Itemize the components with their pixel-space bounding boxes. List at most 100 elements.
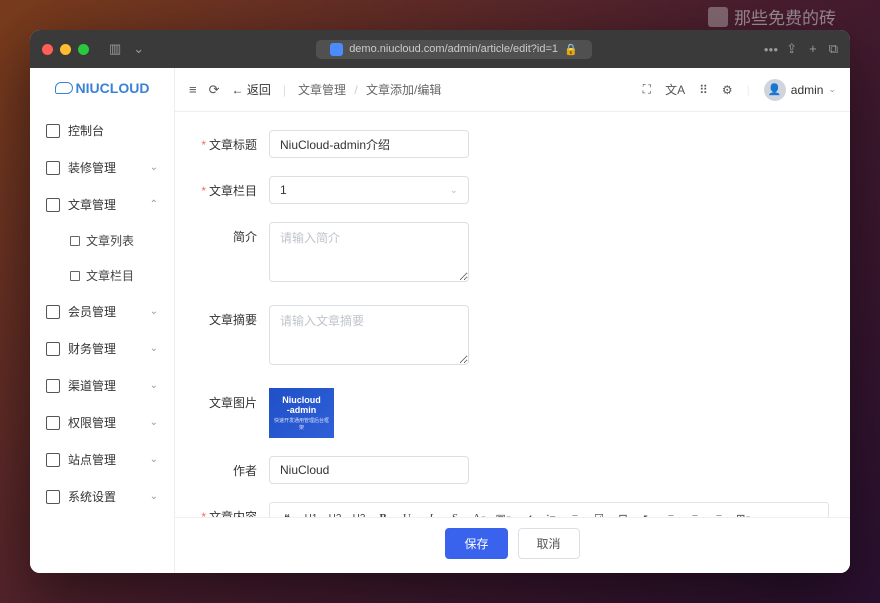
- save-button[interactable]: 保存: [445, 528, 507, 559]
- cloud-icon: [55, 82, 73, 94]
- bold-tool[interactable]: B: [372, 507, 394, 517]
- share-icon[interactable]: ⇪: [786, 41, 797, 57]
- minimize-window-button[interactable]: [60, 44, 71, 55]
- submenu-article-category[interactable]: 文章栏目: [30, 258, 174, 293]
- category-select[interactable]: 1 ⌄: [269, 176, 469, 204]
- app-body: NIUCLOUD 控制台 装修管理 ⌄ 文章管理 ⌃: [30, 68, 850, 573]
- quote-tool[interactable]: ❝: [276, 507, 298, 517]
- menu-toggle-icon[interactable]: ≡: [189, 82, 197, 97]
- chevron-down-icon: ⌄: [150, 491, 158, 502]
- image-tool[interactable]: ⊡: [612, 507, 634, 517]
- align-center-tool[interactable]: ≡: [684, 507, 706, 517]
- table-tool[interactable]: ⊞: [732, 507, 754, 517]
- number-list-tool[interactable]: ≡: [564, 507, 586, 517]
- maximize-window-button[interactable]: [78, 44, 89, 55]
- sidebar-toggle-icon[interactable]: ▥: [109, 41, 121, 57]
- close-window-button[interactable]: [42, 44, 53, 55]
- align-left-tool[interactable]: ≡: [660, 507, 682, 517]
- footer-actions: 保存 取消: [175, 517, 850, 573]
- title-label: 文章标题: [209, 138, 257, 152]
- grid-icon[interactable]: ⠿: [699, 83, 708, 97]
- row-summary: 文章摘要: [197, 305, 828, 370]
- new-tab-icon[interactable]: +: [809, 41, 817, 57]
- article-icon: [46, 198, 60, 212]
- author-label: 作者: [233, 464, 257, 478]
- sites-icon: [46, 453, 60, 467]
- username: admin: [791, 83, 824, 97]
- user-menu[interactable]: 👤 admin ⌄: [764, 79, 836, 101]
- row-intro: 简介: [197, 222, 828, 287]
- content-area: *文章标题 *文章栏目 1 ⌄ 简介: [175, 112, 850, 517]
- bg-color-tool[interactable]: ▣: [492, 507, 514, 517]
- language-icon[interactable]: 文A: [665, 81, 685, 98]
- bullet-list-tool[interactable]: ⁝≡: [540, 507, 562, 517]
- italic-tool[interactable]: I: [420, 507, 442, 517]
- breadcrumb-1[interactable]: 文章管理: [298, 83, 346, 97]
- sidebar-item-system[interactable]: 系统设置 ⌄: [30, 478, 174, 515]
- image-sub: 快速开发通用管理后台框架: [272, 417, 331, 431]
- font-color-tool[interactable]: A: [468, 507, 490, 517]
- menu-label: 财务管理: [68, 340, 116, 357]
- category-value: 1: [280, 183, 287, 197]
- h3-tool[interactable]: H3: [348, 507, 370, 517]
- chevron-down-icon: ⌄: [150, 380, 158, 391]
- settings-icon[interactable]: ⚙: [722, 83, 733, 97]
- watermark-overlay: 那些免费的砖: [708, 4, 836, 29]
- browser-window: ▥ ⌄ demo.niucloud.com/admin/article/edit…: [30, 30, 850, 573]
- menu-label: 系统设置: [68, 488, 116, 505]
- refresh-icon[interactable]: ⟳: [209, 82, 220, 98]
- title-input[interactable]: [269, 130, 469, 158]
- member-icon: [46, 305, 60, 319]
- url-bar[interactable]: demo.niucloud.com/admin/article/edit?id=…: [316, 40, 592, 59]
- reader-icon[interactable]: ●●●: [764, 45, 779, 54]
- check-tool[interactable]: ☑: [588, 507, 610, 517]
- menu-label: 控制台: [68, 122, 104, 139]
- row-title: *文章标题: [197, 130, 828, 158]
- image-upload[interactable]: Niucloud -admin 快速开发通用管理后台框架: [269, 388, 334, 438]
- sidebar-item-permission[interactable]: 权限管理 ⌄: [30, 404, 174, 441]
- summary-label: 文章摘要: [209, 313, 257, 327]
- content-label: 文章内容: [209, 510, 257, 517]
- intro-textarea[interactable]: [269, 222, 469, 282]
- sidebar-item-channel[interactable]: 渠道管理 ⌄: [30, 367, 174, 404]
- chevron-down-icon[interactable]: ⌄: [133, 41, 144, 57]
- gear-icon: [46, 490, 60, 504]
- sidebar-item-decoration[interactable]: 装修管理 ⌄: [30, 149, 174, 186]
- breadcrumb-2: 文章添加/编辑: [366, 83, 441, 97]
- link-tool[interactable]: ↖: [636, 507, 658, 517]
- cancel-button[interactable]: 取消: [518, 528, 580, 559]
- submenu-article-list[interactable]: 文章列表: [30, 223, 174, 258]
- image-label: 文章图片: [209, 396, 257, 410]
- underline-tool[interactable]: U: [396, 507, 418, 517]
- permission-icon: [46, 416, 60, 430]
- back-button[interactable]: ← 返回: [232, 81, 271, 98]
- row-image: 文章图片 Niucloud -admin 快速开发通用管理后台框架: [197, 388, 828, 438]
- console-icon: [46, 124, 60, 138]
- fullscreen-icon[interactable]: ⛶: [643, 82, 651, 97]
- editor-toolbar: ❝ H1 H2 H3 B U I S A ▣ ◿ ⁝≡ ≡: [269, 502, 829, 517]
- intro-label: 简介: [233, 230, 257, 244]
- summary-textarea[interactable]: [269, 305, 469, 365]
- align-right-tool[interactable]: ≡: [708, 507, 730, 517]
- sidebar-menu: 控制台 装修管理 ⌄ 文章管理 ⌃ 文章列表 文: [30, 108, 174, 519]
- image-text2: -admin: [287, 405, 317, 415]
- sidebar-item-finance[interactable]: 财务管理 ⌄: [30, 330, 174, 367]
- strike-tool[interactable]: S: [444, 507, 466, 517]
- logo-area[interactable]: NIUCLOUD: [30, 68, 174, 108]
- tabs-icon[interactable]: ⧉: [829, 41, 838, 57]
- sidebar-item-console[interactable]: 控制台: [30, 112, 174, 149]
- submenu-label: 文章栏目: [86, 267, 134, 284]
- h2-tool[interactable]: H2: [324, 507, 346, 517]
- eraser-tool[interactable]: ◿: [516, 507, 538, 517]
- menu-label: 渠道管理: [68, 377, 116, 394]
- sidebar-item-sites[interactable]: 站点管理 ⌄: [30, 441, 174, 478]
- chevron-down-icon: ⌄: [450, 185, 458, 196]
- author-input[interactable]: [269, 456, 469, 484]
- chevron-down-icon: ⌄: [150, 417, 158, 428]
- sidebar-item-member[interactable]: 会员管理 ⌄: [30, 293, 174, 330]
- watermark-text: 那些免费的砖: [734, 4, 836, 29]
- list-icon: [70, 236, 80, 246]
- sidebar-item-article[interactable]: 文章管理 ⌃: [30, 186, 174, 223]
- h1-tool[interactable]: H1: [300, 507, 322, 517]
- row-category: *文章栏目 1 ⌄: [197, 176, 828, 204]
